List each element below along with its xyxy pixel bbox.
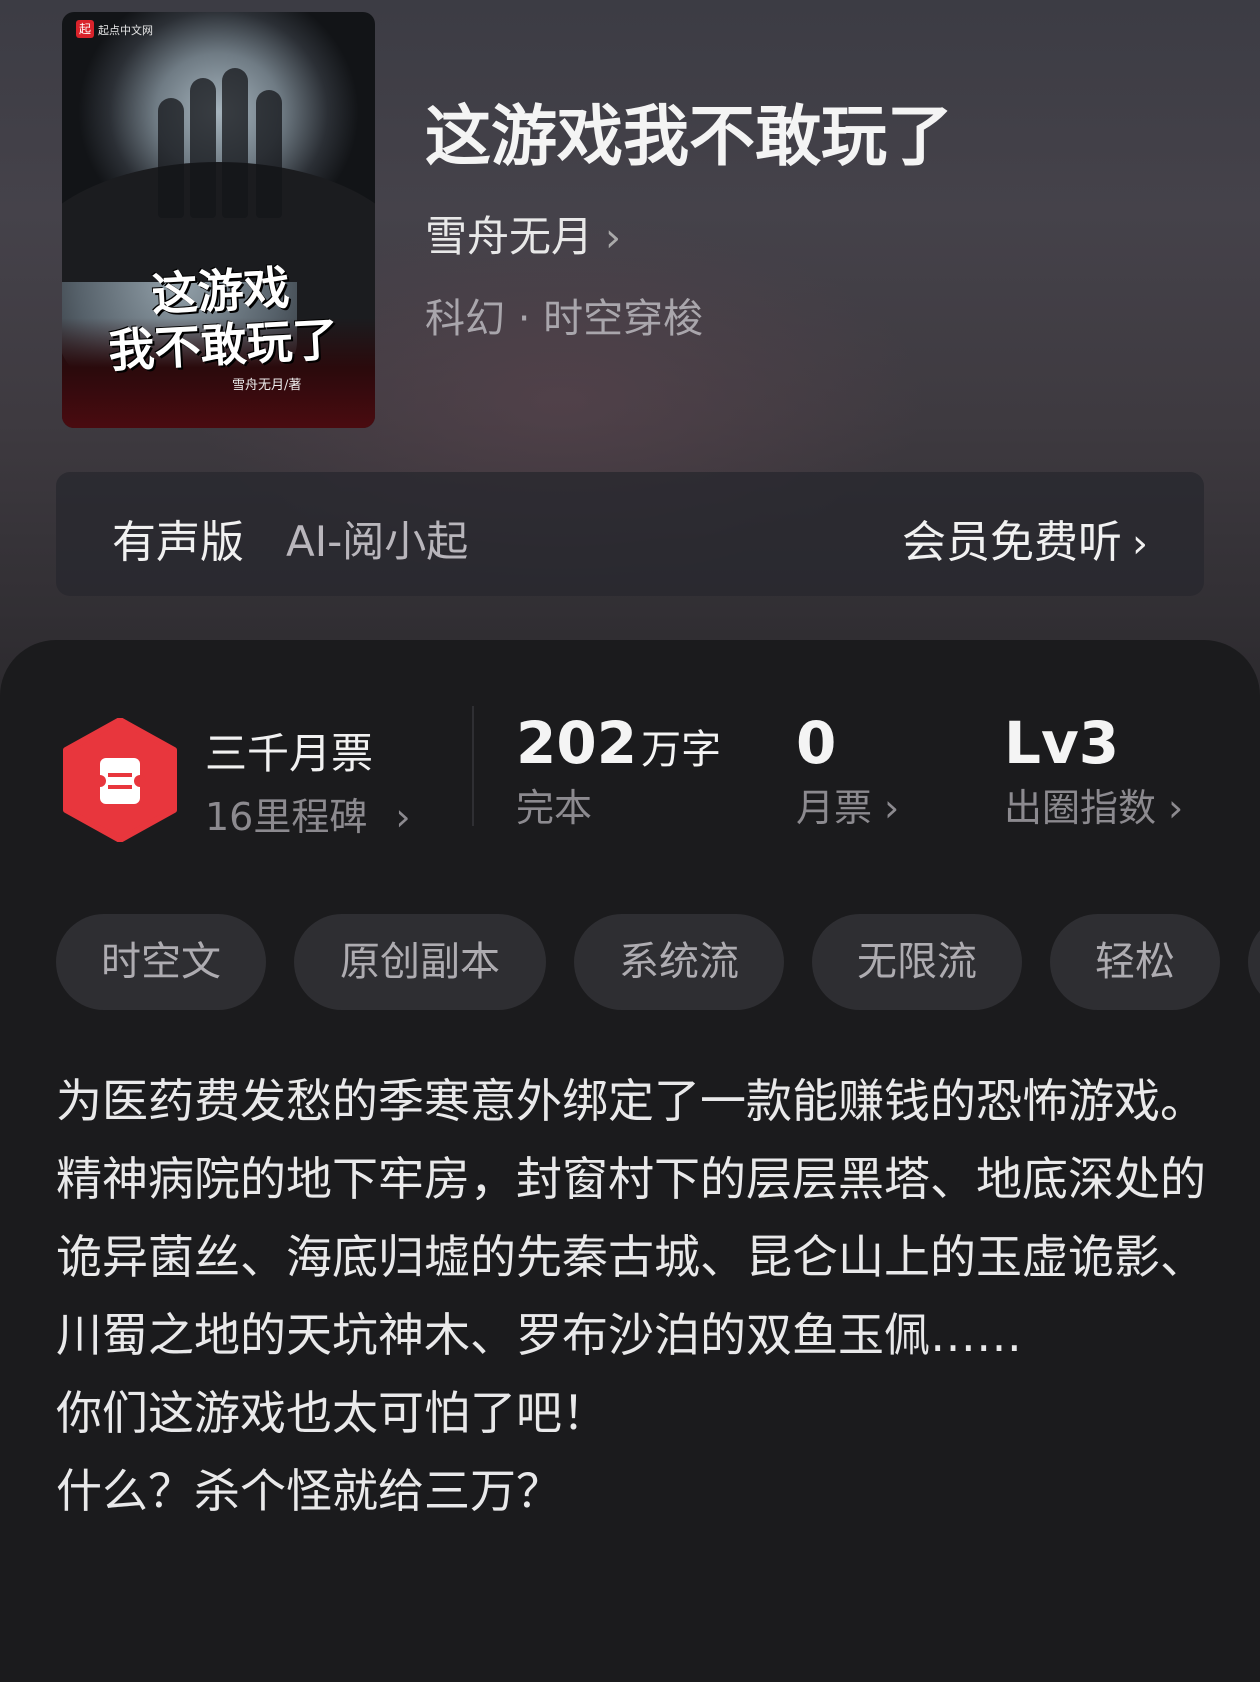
synopsis[interactable]: 为医药费发愁的季寒意外绑定了一款能赚钱的恐怖游戏。 精神病院的地下牢房，封窗村下… [56, 1062, 1206, 1530]
cover-figure [222, 68, 248, 218]
tag-list: 时空文 原创副本 系统流 无限流 轻松 [56, 914, 1260, 1012]
tag-chip[interactable]: 系统流 [574, 914, 784, 1010]
chevron-right-icon: › [1132, 521, 1148, 567]
chevron-right-icon: › [884, 786, 900, 830]
ticket-milestone-subtitle: 16里程碑 [205, 795, 368, 839]
ticket-milestone-link[interactable]: 16里程碑 › [205, 786, 411, 841]
synopsis-paragraph: 精神病院的地下牢房，封窗村下的层层黑塔、地底深处的诡异菌丝、海底归墟的先秦古城、… [56, 1152, 1206, 1362]
chevron-right-icon: › [1168, 786, 1184, 830]
synopsis-paragraph: 什么？杀个怪就给三万？ [56, 1464, 562, 1518]
tag-chip-overflow[interactable] [1248, 914, 1260, 1010]
audio-narrator: AI-阅小起 [286, 517, 469, 566]
author-name: 雪舟无月 [425, 212, 594, 261]
stat-label: 月票 [796, 786, 873, 830]
audio-listen-button[interactable]: 会员免费听 › [902, 506, 1148, 570]
stats-divider [472, 706, 474, 826]
cover-figure [190, 78, 216, 218]
stat-value: Lv3 [1004, 709, 1120, 777]
chevron-right-icon: › [395, 795, 411, 839]
tag-chip[interactable]: 原创副本 [294, 914, 546, 1010]
ticket-milestone-title[interactable]: 三千月票 [205, 720, 373, 781]
stat-popularity-index[interactable]: Lv3 出圈指数 › [1004, 708, 1183, 834]
cover-author: 雪舟无月/著 [232, 378, 302, 393]
book-cover[interactable]: 起 起点中文网 这游戏 我不敢玩了 雪舟无月/著 [62, 12, 375, 428]
genre-label: 科幻 · 时空穿梭 [425, 296, 704, 342]
stat-word-count: 202 万字 完本 [516, 708, 721, 834]
stat-label: 出圈指数 [1004, 786, 1157, 830]
stat-unit: 万字 [641, 727, 722, 773]
book-title: 这游戏我不敢玩了 [425, 97, 953, 175]
chevron-right-icon: › [605, 215, 622, 261]
cover-figure [256, 90, 282, 218]
publisher-logo: 起 [76, 20, 94, 38]
synopsis-paragraph: 你们这游戏也太可怕了吧！ [56, 1386, 608, 1440]
stat-value: 202 [516, 709, 638, 777]
audio-action-label: 会员免费听 [902, 517, 1122, 568]
tag-chip[interactable]: 轻松 [1050, 914, 1220, 1010]
ticket-icon [63, 718, 177, 842]
tag-chip[interactable]: 无限流 [812, 914, 1022, 1010]
tag-chip[interactable]: 时空文 [56, 914, 266, 1010]
stat-value: 0 [796, 709, 837, 777]
synopsis-paragraph: 为医药费发愁的季寒意外绑定了一款能赚钱的恐怖游戏。 [56, 1074, 1206, 1128]
publisher-name: 起点中文网 [98, 24, 153, 37]
stat-monthly-votes[interactable]: 0 月票 › [796, 708, 899, 834]
audio-label: 有声版 [112, 517, 244, 568]
stat-label: 完本 [516, 786, 593, 830]
cover-figure [158, 98, 184, 218]
author-link[interactable]: 雪舟无月 › [425, 212, 621, 263]
cover-title: 这游戏 我不敢玩了 [79, 257, 364, 380]
audio-version-bar[interactable]: 有声版 AI-阅小起 会员免费听 › [56, 472, 1204, 596]
